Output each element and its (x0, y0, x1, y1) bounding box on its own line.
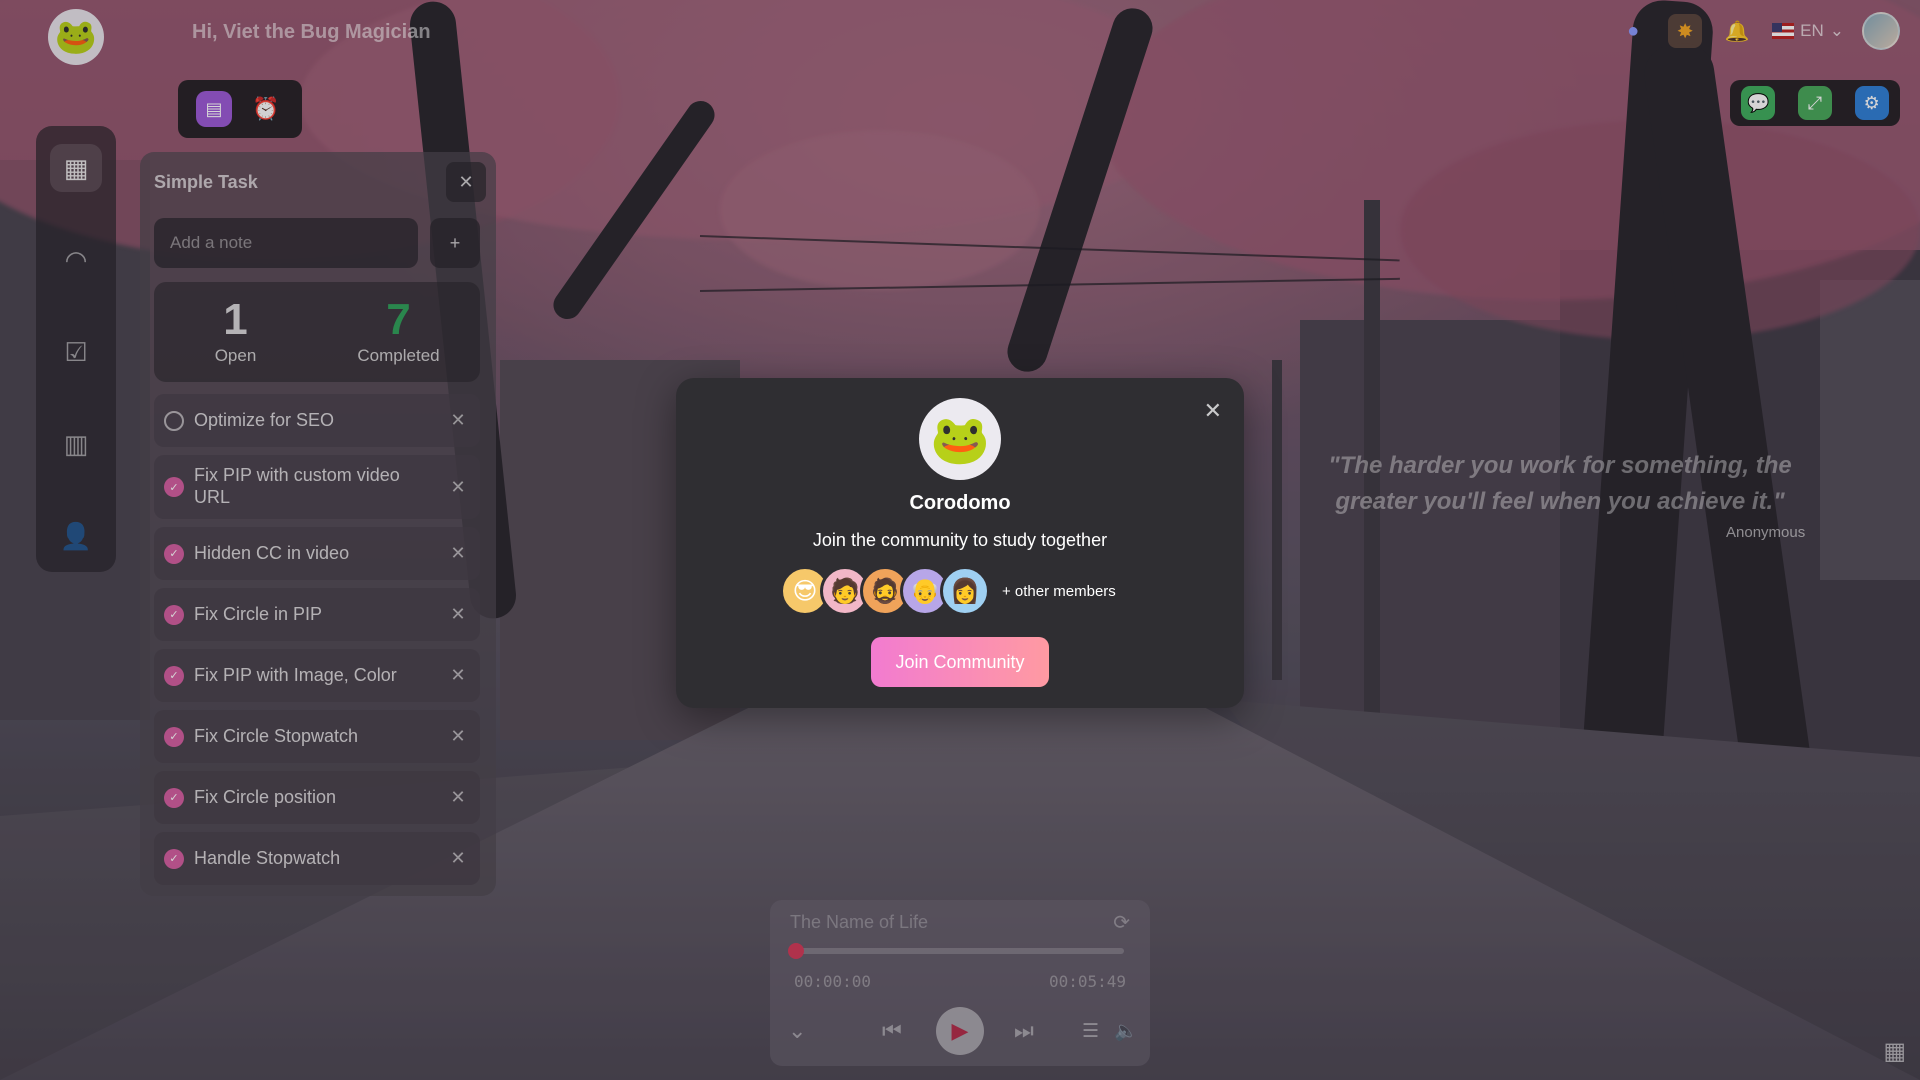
modal-title: Corodomo (909, 492, 1011, 514)
close-icon[interactable]: ✕ (1204, 398, 1222, 424)
modal-subtitle: Join the community to study together (812, 530, 1108, 550)
join-community-button[interactable]: Join Community (871, 637, 1049, 687)
member-avatars: 😎 🧑 🧔 👴 👩 + other members (780, 566, 1116, 616)
community-modal: ✕ 🐸 Corodomo Join the community to study… (676, 378, 1244, 708)
member-avatar: 👩 (940, 566, 990, 616)
other-members-label: + other members (1002, 582, 1116, 600)
frog-logo-icon: 🐸 (919, 398, 1001, 480)
